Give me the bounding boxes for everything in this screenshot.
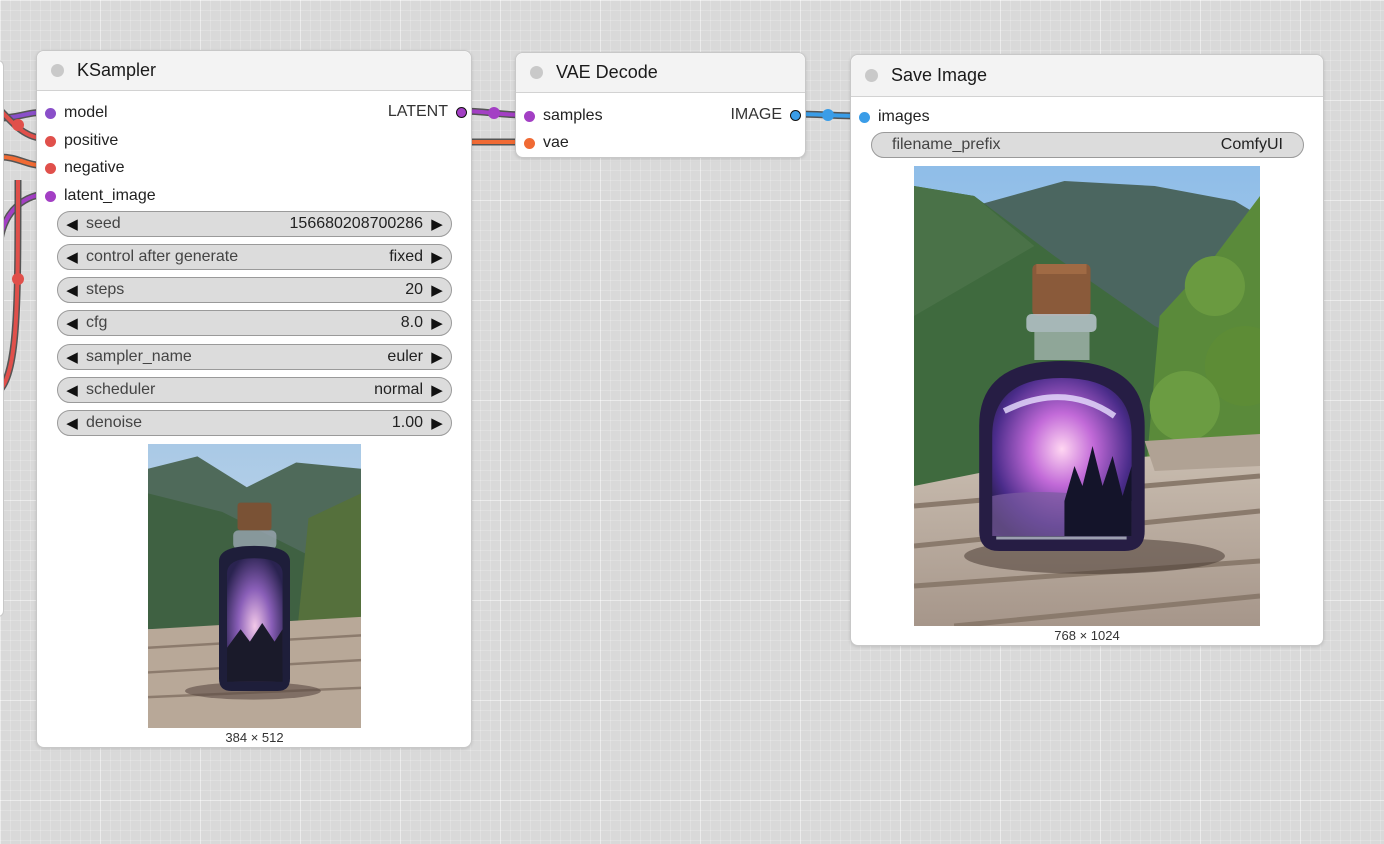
decrement-arrow-icon[interactable]: ◀ bbox=[58, 281, 86, 299]
slot-dot-icon[interactable] bbox=[524, 110, 535, 122]
offscreen-node-edge bbox=[0, 60, 4, 617]
slot-dot-icon[interactable] bbox=[790, 109, 801, 121]
vae-decode-node[interactable]: VAE Decode samples vae IMAGE bbox=[515, 52, 806, 158]
wire-midpoint bbox=[12, 273, 24, 285]
slot-dot-icon[interactable] bbox=[524, 137, 535, 149]
node-title: KSampler bbox=[77, 60, 157, 80]
slot-dot-icon[interactable] bbox=[859, 111, 870, 123]
increment-arrow-icon[interactable]: ▶ bbox=[423, 348, 451, 366]
input-slot-images[interactable]: images bbox=[859, 106, 930, 128]
slot-label: latent_image bbox=[64, 187, 156, 204]
slot-label: images bbox=[878, 108, 930, 125]
decrement-arrow-icon[interactable]: ◀ bbox=[58, 215, 86, 233]
save-image-title-bar[interactable]: Save Image bbox=[851, 55, 1323, 97]
increment-arrow-icon[interactable]: ▶ bbox=[423, 381, 451, 399]
input-slot-samples[interactable]: samples bbox=[524, 105, 603, 127]
output-slot-image[interactable]: IMAGE bbox=[730, 104, 801, 126]
slot-dot-icon[interactable] bbox=[45, 190, 56, 202]
slot-label: positive bbox=[64, 132, 119, 149]
slot-dot-icon[interactable] bbox=[45, 107, 56, 119]
input-slot-positive[interactable]: positive bbox=[45, 130, 118, 152]
widget-sampler-name[interactable]: ◀ sampler_name euler ▶ bbox=[57, 344, 452, 370]
slot-label: samples bbox=[543, 107, 603, 124]
collapse-dot-icon[interactable] bbox=[51, 64, 64, 77]
input-slot-vae[interactable]: vae bbox=[524, 132, 569, 154]
slot-dot-icon[interactable] bbox=[45, 162, 56, 174]
decrement-arrow-icon[interactable]: ◀ bbox=[58, 381, 86, 399]
decrement-arrow-icon[interactable]: ◀ bbox=[58, 414, 86, 432]
latent-preview-image bbox=[148, 444, 361, 728]
increment-arrow-icon[interactable]: ▶ bbox=[423, 248, 451, 266]
node-title: Save Image bbox=[891, 65, 988, 85]
wire-midpoint bbox=[12, 119, 24, 131]
wire-midpoint bbox=[822, 109, 834, 121]
save-image-node[interactable]: Save Image images filename_prefix ComfyU… bbox=[850, 54, 1324, 646]
slot-dot-icon[interactable] bbox=[45, 135, 56, 147]
node-title: VAE Decode bbox=[556, 62, 658, 82]
widget-steps[interactable]: ◀ steps 20 ▶ bbox=[57, 277, 452, 303]
ksampler-title-bar[interactable]: KSampler bbox=[37, 51, 471, 91]
widget-scheduler[interactable]: ◀ scheduler normal ▶ bbox=[57, 377, 452, 403]
increment-arrow-icon[interactable]: ▶ bbox=[423, 215, 451, 233]
decrement-arrow-icon[interactable]: ◀ bbox=[58, 248, 86, 266]
increment-arrow-icon[interactable]: ▶ bbox=[423, 414, 451, 432]
collapse-dot-icon[interactable] bbox=[865, 69, 878, 82]
collapse-dot-icon[interactable] bbox=[530, 66, 543, 79]
saved-image-preview bbox=[914, 166, 1260, 626]
vae-decode-title-bar[interactable]: VAE Decode bbox=[516, 53, 805, 93]
widget-filename-prefix[interactable]: filename_prefix ComfyUI bbox=[871, 132, 1304, 158]
ksampler-node[interactable]: KSampler model positive negative latent_… bbox=[36, 50, 472, 748]
slot-label: vae bbox=[543, 134, 569, 151]
slot-label: model bbox=[64, 104, 108, 121]
latent-preview-caption: 384 × 512 bbox=[225, 730, 284, 745]
slot-label: negative bbox=[64, 159, 125, 176]
wire-midpoint bbox=[488, 107, 500, 119]
increment-arrow-icon[interactable]: ▶ bbox=[423, 281, 451, 299]
input-slot-model[interactable]: model bbox=[45, 102, 108, 124]
widget-control-after-generate[interactable]: ◀ control after generate fixed ▶ bbox=[57, 244, 452, 270]
input-slot-latent-image[interactable]: latent_image bbox=[45, 185, 156, 207]
decrement-arrow-icon[interactable]: ◀ bbox=[58, 314, 86, 332]
slot-label: LATENT bbox=[387, 103, 448, 120]
increment-arrow-icon[interactable]: ▶ bbox=[423, 314, 451, 332]
output-slot-latent[interactable]: LATENT bbox=[388, 101, 467, 123]
widget-seed[interactable]: ◀ seed 156680208700286 ▶ bbox=[57, 211, 452, 237]
saved-image-caption: 768 × 1024 bbox=[1054, 628, 1120, 643]
input-slot-negative[interactable]: negative bbox=[45, 157, 125, 179]
widget-cfg[interactable]: ◀ cfg 8.0 ▶ bbox=[57, 310, 452, 336]
decrement-arrow-icon[interactable]: ◀ bbox=[58, 348, 86, 366]
slot-label: IMAGE bbox=[730, 106, 782, 123]
widget-denoise[interactable]: ◀ denoise 1.00 ▶ bbox=[57, 410, 452, 436]
slot-dot-icon[interactable] bbox=[456, 106, 467, 118]
